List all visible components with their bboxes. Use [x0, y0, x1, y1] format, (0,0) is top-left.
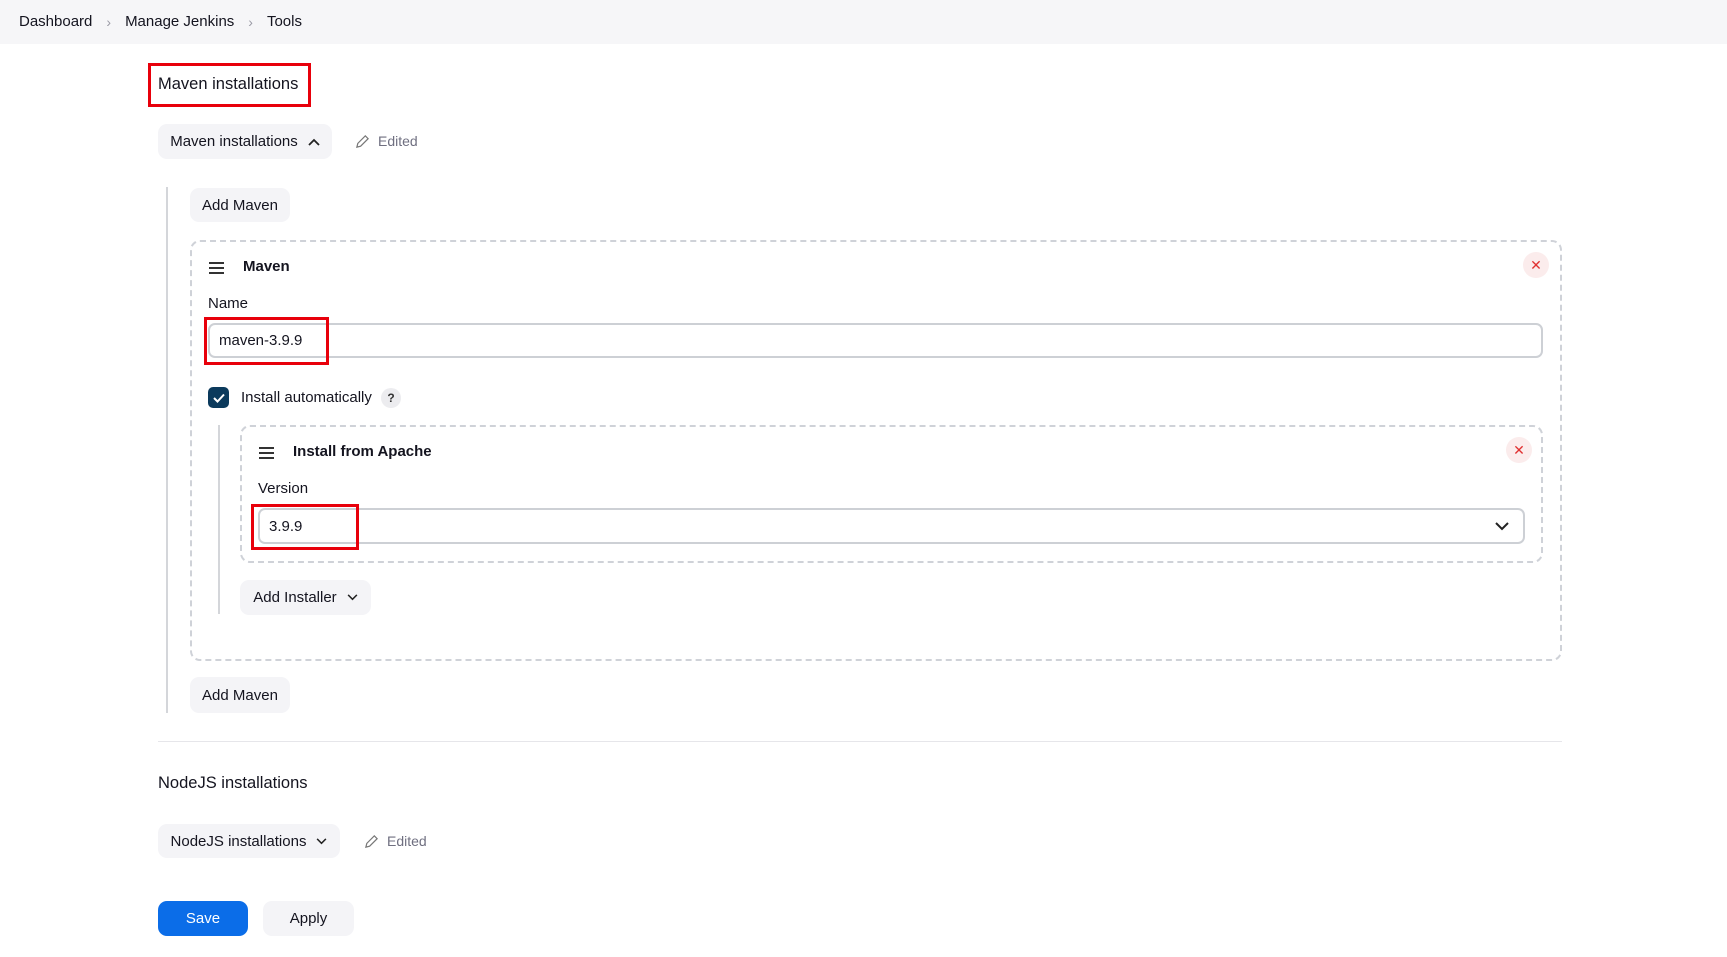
- drag-handle-icon[interactable]: [259, 447, 274, 459]
- add-installer-button[interactable]: Add Installer: [240, 580, 371, 615]
- add-maven-button-bottom[interactable]: Add Maven: [190, 677, 290, 713]
- version-label: Version: [258, 480, 309, 497]
- maven-installations-toggle[interactable]: Maven installations: [158, 124, 332, 159]
- help-icon[interactable]: ?: [381, 388, 401, 408]
- edited-label: Edited: [378, 133, 418, 149]
- nodejs-installations-toggle[interactable]: NodeJS installations: [158, 824, 340, 858]
- chevron-up-icon: [308, 138, 320, 146]
- apply-button[interactable]: Apply: [263, 901, 354, 936]
- name-label: Name: [208, 295, 249, 312]
- save-button[interactable]: Save: [158, 901, 248, 936]
- installer-title: Install from Apache: [293, 443, 432, 460]
- install-automatically-label: Install automatically: [241, 389, 372, 406]
- highlight-box: [251, 504, 359, 550]
- breadcrumb-dashboard[interactable]: Dashboard: [19, 13, 92, 30]
- edited-indicator: Edited: [364, 833, 427, 849]
- installer-divider-line: [218, 425, 220, 614]
- toggle-label: NodeJS installations: [170, 832, 307, 850]
- pencil-icon: [356, 134, 369, 148]
- add-installer-label: Add Installer: [253, 589, 337, 606]
- breadcrumb: Dashboard › Manage Jenkins › Tools: [19, 13, 302, 30]
- nodejs-heading: NodeJS installations: [158, 774, 308, 792]
- pencil-icon: [365, 834, 378, 848]
- section-divider-line: [166, 187, 168, 713]
- section-separator: [158, 741, 1562, 742]
- install-automatically-checkbox[interactable]: [208, 387, 229, 408]
- name-input[interactable]: maven-3.9.9: [208, 323, 1543, 358]
- chevron-right-icon: ›: [248, 13, 253, 30]
- toggle-label: Maven installations: [170, 133, 298, 150]
- edited-indicator: Edited: [355, 133, 418, 149]
- breadcrumb-manage-jenkins[interactable]: Manage Jenkins: [125, 13, 234, 30]
- maven-card-title: Maven: [243, 258, 290, 275]
- drag-handle-icon[interactable]: [209, 262, 224, 274]
- chevron-down-icon: [347, 594, 358, 601]
- close-icon[interactable]: ✕: [1523, 252, 1549, 278]
- chevron-down-icon: [317, 837, 327, 844]
- chevron-right-icon: ›: [106, 13, 112, 30]
- checkmark-icon: [212, 393, 225, 403]
- breadcrumb-tools[interactable]: Tools: [267, 13, 302, 30]
- close-icon[interactable]: ✕: [1506, 437, 1532, 463]
- highlight-box: [204, 317, 329, 365]
- maven-heading: Maven installations: [158, 75, 299, 93]
- add-maven-button[interactable]: Add Maven: [190, 188, 290, 222]
- edited-label: Edited: [387, 833, 427, 849]
- chevron-down-icon: [1495, 521, 1509, 530]
- version-select[interactable]: 3.9.9: [258, 508, 1525, 544]
